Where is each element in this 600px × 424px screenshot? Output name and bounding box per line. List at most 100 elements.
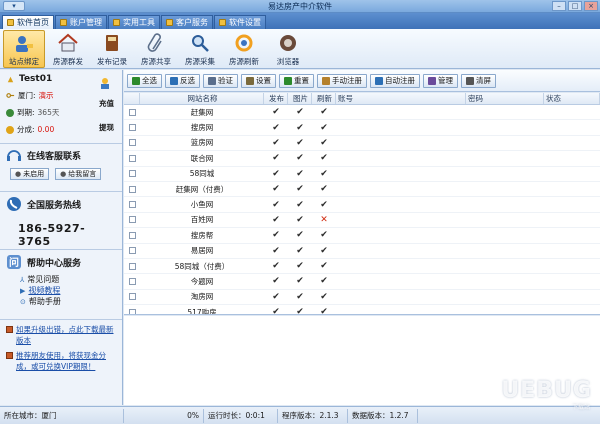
account-cell[interactable] xyxy=(336,182,466,196)
toolbar-user-bind-button[interactable]: 站点绑定 xyxy=(3,30,45,68)
password-cell[interactable] xyxy=(466,120,544,134)
password-cell[interactable] xyxy=(466,259,544,273)
publish-cell[interactable]: ✔ xyxy=(264,259,288,273)
refresh-cell[interactable]: ✔ xyxy=(312,136,336,150)
publish-cell[interactable]: ✔ xyxy=(264,244,288,258)
image-cell[interactable]: ✔ xyxy=(288,228,312,242)
upgrade-icon[interactable] xyxy=(98,76,112,92)
toolbar-record-book-button[interactable]: 发布记录 xyxy=(91,30,133,68)
publish-cell[interactable]: ✔ xyxy=(264,167,288,181)
column-header-2[interactable]: 图片 xyxy=(288,93,312,104)
row-checkbox[interactable] xyxy=(124,259,140,273)
refresh-cell[interactable]: ✔ xyxy=(312,105,336,119)
publish-cell[interactable]: ✔ xyxy=(264,120,288,134)
table-row[interactable]: 搜房帮 ✔ ✔ ✔ xyxy=(124,228,600,244)
row-checkbox[interactable] xyxy=(124,136,140,150)
table-row[interactable]: 赶集网 ✔ ✔ ✔ xyxy=(124,105,600,121)
password-cell[interactable] xyxy=(466,244,544,258)
image-cell[interactable]: ✔ xyxy=(288,244,312,258)
reset-button[interactable]: 重置 xyxy=(279,73,314,88)
image-cell[interactable]: ✔ xyxy=(288,197,312,211)
table-row[interactable]: 搜房网 ✔ ✔ ✔ xyxy=(124,120,600,136)
account-cell[interactable] xyxy=(336,197,466,211)
refresh-cell[interactable]: ✔ xyxy=(312,197,336,211)
refresh-cell[interactable]: ✔ xyxy=(312,290,336,304)
image-cell[interactable]: ✔ xyxy=(288,136,312,150)
table-row[interactable]: 易居网 ✔ ✔ ✔ xyxy=(124,244,600,259)
column-header-4[interactable]: 账号 xyxy=(336,93,466,104)
withdraw-link[interactable]: 提现 xyxy=(99,122,114,133)
table-row[interactable]: 百姓网 ✔ ✔ ✕ xyxy=(124,213,600,229)
toolbar-house-send-button[interactable]: 房源群发 xyxy=(47,30,89,68)
tab-2[interactable]: 实用工具 xyxy=(108,15,160,29)
toolbar-browser-button[interactable]: 浏览器 xyxy=(267,30,309,68)
row-checkbox[interactable] xyxy=(124,105,140,119)
row-checkbox[interactable] xyxy=(124,290,140,304)
refresh-cell[interactable]: ✕ xyxy=(312,213,336,227)
tab-0[interactable]: 软件首页 xyxy=(2,15,54,29)
image-cell[interactable]: ✔ xyxy=(288,167,312,181)
publish-cell[interactable]: ✔ xyxy=(264,105,288,119)
refresh-cell[interactable]: ✔ xyxy=(312,120,336,134)
account-cell[interactable] xyxy=(336,213,466,227)
check-button[interactable]: 全选 xyxy=(127,73,162,88)
account-cell[interactable] xyxy=(336,120,466,134)
image-cell[interactable]: ✔ xyxy=(288,151,312,165)
toolbar-refresh-ring-button[interactable]: 房源刷新 xyxy=(223,30,265,68)
tab-3[interactable]: 客户服务 xyxy=(161,15,213,29)
table-row[interactable]: 58同城 ✔ ✔ ✔ xyxy=(124,167,600,182)
publish-cell[interactable]: ✔ xyxy=(264,151,288,165)
toolbar-paperclip-button[interactable]: 房源共享 xyxy=(135,30,177,68)
tab-1[interactable]: 账户管理 xyxy=(55,15,107,29)
publish-cell[interactable]: ✔ xyxy=(264,305,288,314)
account-cell[interactable] xyxy=(336,274,466,288)
password-cell[interactable] xyxy=(466,105,544,119)
row-checkbox[interactable] xyxy=(124,151,140,165)
account-cell[interactable] xyxy=(336,259,466,273)
refresh-cell[interactable]: ✔ xyxy=(312,151,336,165)
publish-cell[interactable]: ✔ xyxy=(264,228,288,242)
table-row[interactable]: 篮房网 ✔ ✔ ✔ xyxy=(124,136,600,152)
refresh-cell[interactable]: ✔ xyxy=(312,305,336,314)
image-cell[interactable]: ✔ xyxy=(288,105,312,119)
row-checkbox[interactable] xyxy=(124,305,140,314)
help-link-2[interactable]: ⊙ 帮助手册 xyxy=(20,296,116,307)
invert-button[interactable]: 反选 xyxy=(165,73,200,88)
row-checkbox[interactable] xyxy=(124,228,140,242)
password-cell[interactable] xyxy=(466,182,544,196)
table-row[interactable]: 淘房网 ✔ ✔ ✔ xyxy=(124,290,600,306)
account-cell[interactable] xyxy=(336,136,466,150)
refresh-cell[interactable]: ✔ xyxy=(312,274,336,288)
help-link-1[interactable]: ▶ 视频教程 xyxy=(20,285,116,296)
publish-cell[interactable]: ✔ xyxy=(264,182,288,196)
table-row[interactable]: 517购房 ✔ ✔ ✔ xyxy=(124,305,600,314)
promo-link-0[interactable]: 如果升级出错，点此下载最新版本 xyxy=(6,324,116,346)
password-cell[interactable] xyxy=(466,136,544,150)
publish-cell[interactable]: ✔ xyxy=(264,197,288,211)
image-cell[interactable]: ✔ xyxy=(288,305,312,314)
table-row[interactable]: 今题网 ✔ ✔ ✔ xyxy=(124,274,600,290)
image-cell[interactable]: ✔ xyxy=(288,213,312,227)
row-checkbox[interactable] xyxy=(124,274,140,288)
auto-register-button[interactable]: 自动注册 xyxy=(370,73,420,88)
image-cell[interactable]: ✔ xyxy=(288,182,312,196)
row-checkbox[interactable] xyxy=(124,167,140,181)
publish-cell[interactable]: ✔ xyxy=(264,274,288,288)
unused-button[interactable]: ● 未启用 xyxy=(10,168,50,180)
password-cell[interactable] xyxy=(466,167,544,181)
row-checkbox[interactable] xyxy=(124,197,140,211)
publish-cell[interactable]: ✔ xyxy=(264,290,288,304)
account-cell[interactable] xyxy=(336,305,466,314)
image-cell[interactable]: ✔ xyxy=(288,274,312,288)
refresh-cell[interactable]: ✔ xyxy=(312,259,336,273)
leave-message-button[interactable]: ● 给我留言 xyxy=(55,168,102,180)
password-cell[interactable] xyxy=(466,151,544,165)
account-cell[interactable] xyxy=(336,228,466,242)
account-cell[interactable] xyxy=(336,105,466,119)
row-checkbox[interactable] xyxy=(124,120,140,134)
refresh-cell[interactable]: ✔ xyxy=(312,244,336,258)
password-cell[interactable] xyxy=(466,228,544,242)
account-cell[interactable] xyxy=(336,244,466,258)
account-cell[interactable] xyxy=(336,151,466,165)
image-cell[interactable]: ✔ xyxy=(288,259,312,273)
